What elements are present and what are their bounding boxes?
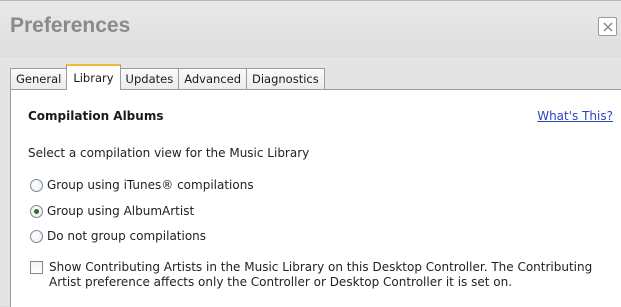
title-bar: Preferences xyxy=(0,1,621,57)
section-title: Compilation Albums xyxy=(28,109,164,123)
preferences-dialog: Preferences General Library Updates Adva… xyxy=(0,0,621,307)
radio-button[interactable] xyxy=(30,229,43,243)
library-panel: Compilation Albums What's This? Select a… xyxy=(10,89,621,307)
option-itunes-compilations[interactable]: Group using iTunes® compilations xyxy=(30,178,254,192)
radio-label: Do not group compilations xyxy=(47,229,207,243)
dialog-title: Preferences xyxy=(10,14,131,37)
compilation-prompt: Select a compilation view for the Music … xyxy=(28,146,310,160)
option-no-grouping[interactable]: Do not group compilations xyxy=(30,229,206,243)
tab-general[interactable]: General xyxy=(10,68,68,89)
option-albumartist[interactable]: Group using AlbumArtist xyxy=(30,204,194,218)
close-icon xyxy=(603,22,613,32)
tab-library[interactable]: Library xyxy=(66,64,121,90)
contributing-artists-checkbox[interactable] xyxy=(30,261,43,274)
close-button[interactable] xyxy=(598,17,617,36)
tab-advanced[interactable]: Advanced xyxy=(178,68,247,89)
radio-button[interactable] xyxy=(30,204,43,218)
tab-strip: General Library Updates Advanced Diagnos… xyxy=(10,64,325,90)
radio-label: Group using iTunes® compilations xyxy=(47,178,254,192)
tab-diagnostics[interactable]: Diagnostics xyxy=(246,68,325,89)
contributing-artists-option[interactable]: Show Contributing Artists in the Music L… xyxy=(30,260,615,290)
tab-updates[interactable]: Updates xyxy=(119,68,180,89)
checkbox-label: Show Contributing Artists in the Music L… xyxy=(49,260,593,289)
radio-label: Group using AlbumArtist xyxy=(47,204,195,218)
whats-this-link[interactable]: What's This? xyxy=(537,109,613,123)
radio-button[interactable] xyxy=(30,178,43,192)
